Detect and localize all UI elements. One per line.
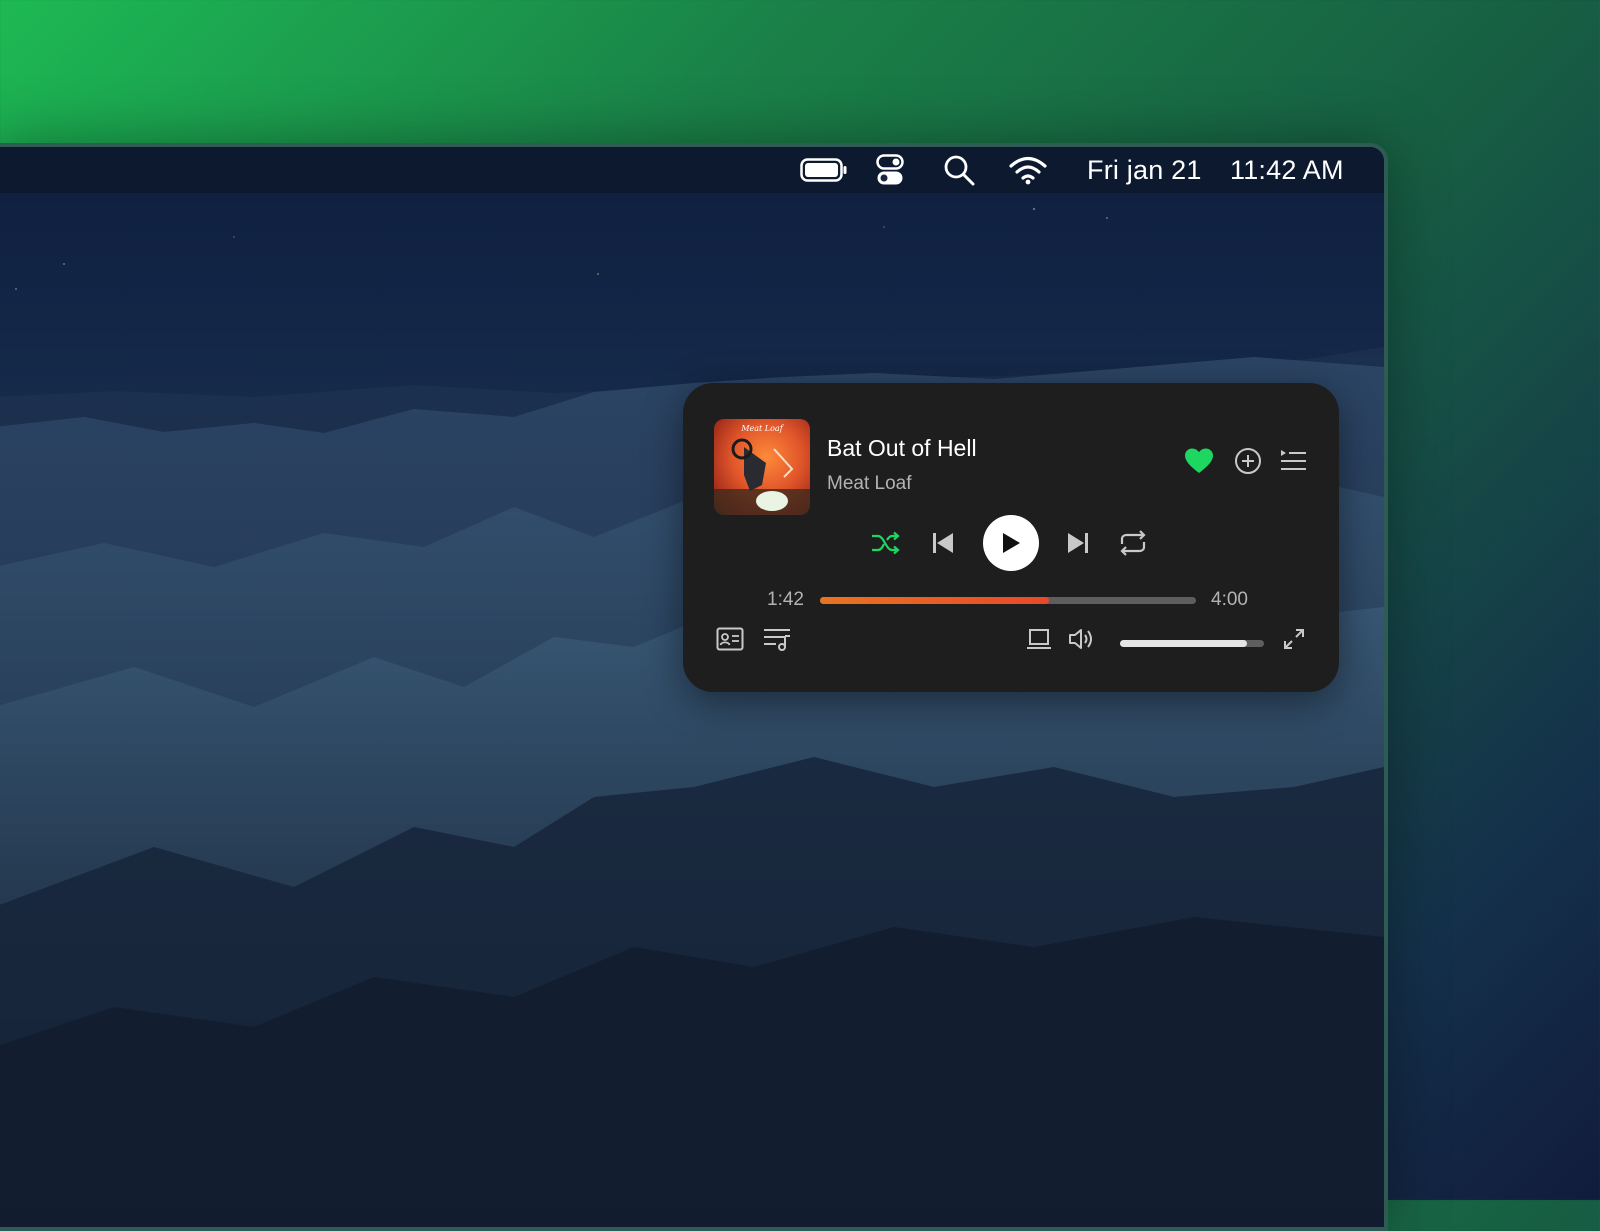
lyrics-icon[interactable] — [761, 623, 793, 655]
desktop-screen: Fri jan 21 11:42 AM Meat Loaf Bat Out of… — [0, 143, 1388, 1231]
battery-icon[interactable] — [800, 147, 848, 193]
track-duration: 4:00 — [1211, 589, 1248, 610]
volume-fill — [1120, 640, 1247, 647]
progress-fill — [820, 597, 1050, 604]
device-icon[interactable] — [1023, 623, 1055, 655]
svg-text:Meat Loaf: Meat Loaf — [740, 424, 784, 433]
menubar-date[interactable]: Fri jan 21 — [1087, 147, 1202, 193]
heart-icon[interactable] — [1183, 445, 1215, 477]
next-icon[interactable] — [1062, 527, 1094, 559]
album-art[interactable]: Meat Loaf — [714, 419, 810, 515]
menubar-clock[interactable]: 11:42 AM — [1230, 147, 1344, 193]
wifi-icon[interactable] — [1009, 147, 1047, 193]
repeat-icon[interactable] — [1117, 527, 1149, 559]
volume-icon[interactable] — [1066, 623, 1098, 655]
now-playing-view-icon[interactable] — [714, 623, 746, 655]
menu-bar: Fri jan 21 11:42 AM — [0, 147, 1384, 193]
add-icon[interactable] — [1232, 445, 1264, 477]
mini-player: Meat Loaf Bat Out of Hell Meat Loaf 1:42… — [683, 383, 1339, 692]
volume-slider[interactable] — [1120, 640, 1264, 647]
fullscreen-icon[interactable] — [1278, 623, 1310, 655]
progress-bar[interactable] — [820, 597, 1196, 604]
control-center-icon[interactable] — [876, 147, 904, 193]
track-title[interactable]: Bat Out of Hell — [827, 435, 977, 462]
shuffle-icon[interactable] — [869, 527, 901, 559]
track-artist[interactable]: Meat Loaf — [827, 473, 912, 495]
queue-icon[interactable] — [1277, 445, 1309, 477]
previous-icon[interactable] — [927, 527, 959, 559]
play-button[interactable] — [983, 515, 1039, 571]
elapsed-time: 1:42 — [767, 589, 804, 610]
search-icon[interactable] — [943, 147, 975, 193]
play-icon — [1003, 533, 1020, 553]
